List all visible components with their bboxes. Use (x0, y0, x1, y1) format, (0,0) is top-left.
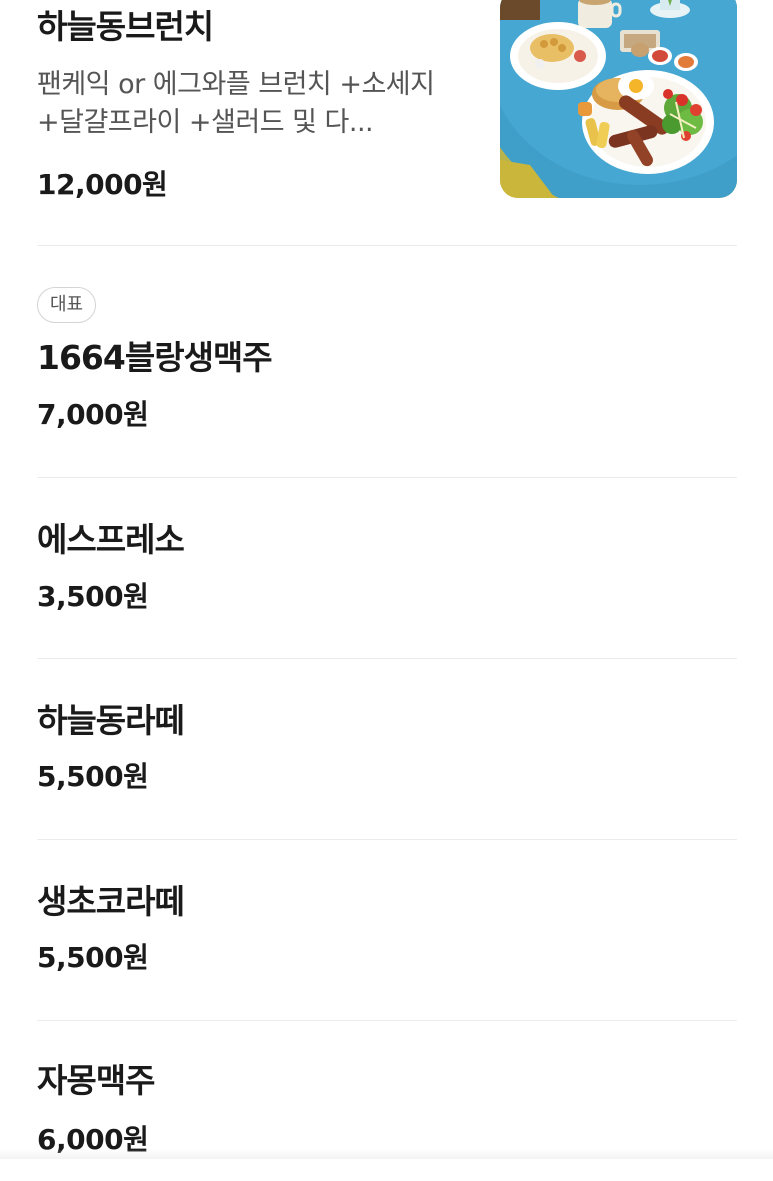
menu-item-name: 하늘동라떼 (37, 701, 185, 740)
menu-item-name: 하늘동브런치 (37, 7, 214, 46)
menu-item-blanc-beer[interactable]: 대표 1664블랑생맥주 7,000원 (37, 246, 737, 478)
menu-item-choco-latte[interactable]: 생초코라떼 5,500원 (37, 840, 737, 1021)
menu-item-name: 1664블랑생맥주 (37, 338, 273, 377)
menu-item-price: 3,500원 (37, 580, 149, 613)
menu-item-photo[interactable] (500, 0, 737, 198)
menu-item-name: 자몽맥주 (37, 1061, 155, 1100)
menu-list: 하늘동브런치 팬케익 or 에그와플 브런치 +소세지 +달걀프라이 +샐러드 … (37, 0, 737, 1181)
scroll-edge-shadow (0, 1149, 773, 1159)
menu-item-price: 12,000원 (37, 168, 168, 201)
brunch-plate-photo-icon (500, 0, 737, 198)
menu-item-haneuldong-latte[interactable]: 하늘동라떼 5,500원 (37, 659, 737, 840)
menu-item-description: 팬케익 or 에그와플 브런치 +소세지 +달걀프라이 +샐러드 및 다... (37, 69, 435, 138)
menu-item-name: 에스프레소 (37, 520, 185, 559)
menu-item-brunch[interactable]: 하늘동브런치 팬케익 or 에그와플 브런치 +소세지 +달걀프라이 +샐러드 … (37, 0, 737, 246)
menu-item-name: 생초코라떼 (37, 882, 185, 921)
menu-item-price: 7,000원 (37, 398, 149, 431)
representative-badge: 대표 (37, 287, 97, 323)
menu-item-espresso[interactable]: 에스프레소 3,500원 (37, 478, 737, 659)
menu-item-price: 5,500원 (37, 760, 149, 793)
menu-item-price: 5,500원 (37, 941, 149, 974)
